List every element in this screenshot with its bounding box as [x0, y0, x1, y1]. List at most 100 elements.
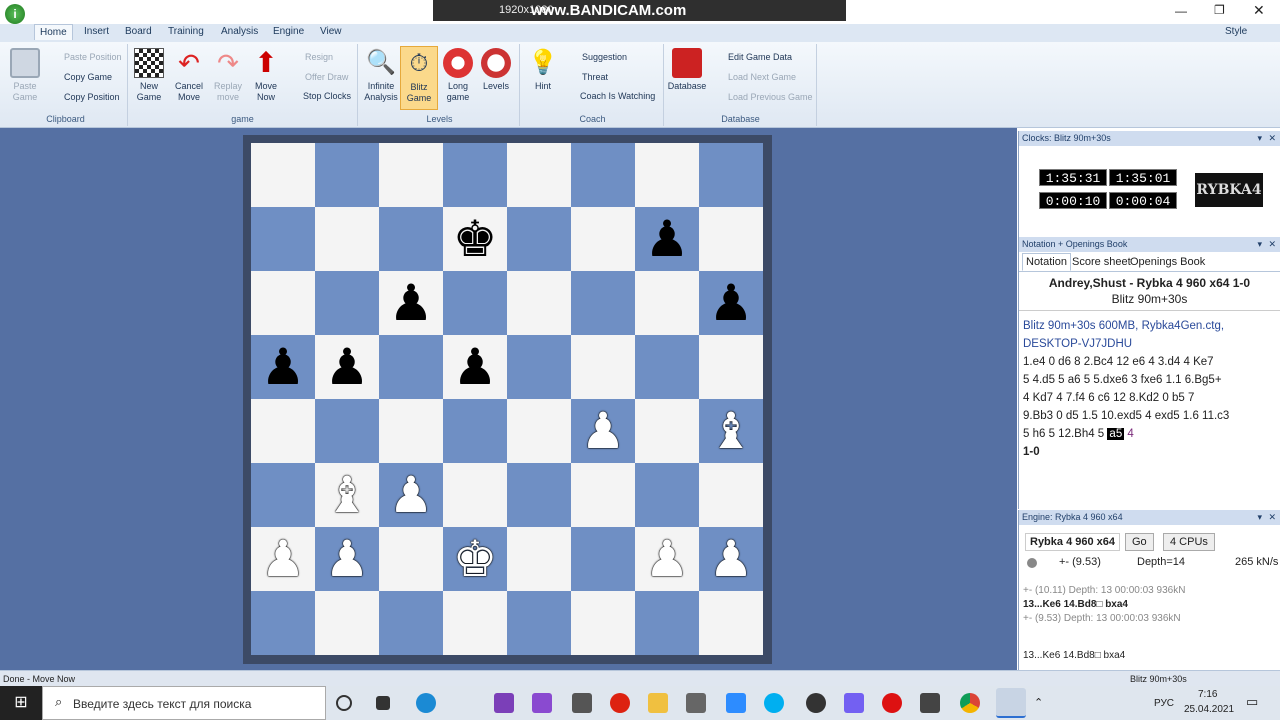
move-list[interactable]: Blitz 90m+30s 600MB, Rybka4Gen.ctg, DESK… — [1019, 317, 1280, 461]
square-f1[interactable] — [571, 591, 635, 655]
chess-piece-c3[interactable]: ♟ — [379, 463, 443, 527]
tab-notation[interactable]: Notation — [1022, 253, 1071, 271]
square-f3[interactable] — [571, 463, 635, 527]
chess-piece-d5[interactable]: ♟ — [443, 335, 507, 399]
chess-piece-d2[interactable]: ♚ — [443, 527, 507, 591]
square-f2[interactable] — [571, 527, 635, 591]
visual-studio-2-icon[interactable] — [532, 693, 552, 713]
tab-openings-book[interactable]: Openings Book — [1130, 256, 1205, 268]
offer-draw-button[interactable]: Offer Draw — [305, 72, 348, 82]
bandicam-icon[interactable] — [882, 693, 902, 713]
tab-analysis[interactable]: Analysis — [221, 26, 258, 37]
square-c8[interactable] — [379, 143, 443, 207]
square-c1[interactable] — [379, 591, 443, 655]
square-f5[interactable] — [571, 335, 635, 399]
close-icon[interactable]: ✕ — [1253, 2, 1265, 19]
skype-icon[interactable] — [764, 693, 784, 713]
engine-output[interactable]: +- (10.11) Depth: 13 00:00:03 936kN 13..… — [1023, 584, 1263, 626]
square-h5[interactable] — [699, 335, 763, 399]
clock-date[interactable]: 25.04.2021 — [1184, 704, 1234, 715]
long-game-button[interactable]: Long game — [439, 48, 477, 103]
coach-watching-toggle[interactable]: Coach Is Watching — [580, 91, 655, 101]
square-b7[interactable] — [315, 207, 379, 271]
database-button[interactable]: Database — [667, 48, 707, 92]
levels-dropdown[interactable]: Levels — [477, 48, 515, 92]
paste-position-button[interactable]: Paste Position — [64, 52, 122, 62]
square-d8[interactable] — [443, 143, 507, 207]
square-d6[interactable] — [443, 271, 507, 335]
chrome-icon[interactable] — [960, 693, 980, 713]
square-g4[interactable] — [635, 399, 699, 463]
tab-insert[interactable]: Insert — [84, 26, 109, 37]
close-icon[interactable]: ✕ — [1268, 510, 1276, 525]
notifications-icon[interactable]: ▭ — [1246, 694, 1258, 710]
app-logo-icon[interactable]: i — [5, 4, 25, 24]
chess-piece-c6[interactable]: ♟ — [379, 271, 443, 335]
square-e7[interactable] — [507, 207, 571, 271]
chess-piece-f4[interactable]: ♟ — [571, 399, 635, 463]
infinite-analysis-button[interactable]: 🔍 Infinite Analysis — [362, 48, 400, 103]
fritz-icon[interactable] — [996, 688, 1026, 718]
square-a1[interactable] — [251, 591, 315, 655]
threat-button[interactable]: Threat — [582, 72, 608, 82]
dropdown-icon[interactable]: ▾ — [1257, 237, 1262, 252]
square-h3[interactable] — [699, 463, 763, 527]
chess-piece-b5[interactable]: ♟ — [315, 335, 379, 399]
clock-time[interactable]: 7:16 — [1198, 689, 1217, 700]
square-a6[interactable] — [251, 271, 315, 335]
store-icon[interactable] — [920, 693, 940, 713]
camera-icon[interactable] — [686, 693, 706, 713]
square-g8[interactable] — [635, 143, 699, 207]
chess-piece-h4[interactable]: ♝ — [699, 399, 763, 463]
zoom-icon[interactable] — [726, 693, 746, 713]
copy-game-button[interactable]: Copy Game — [64, 72, 112, 82]
visual-studio-icon[interactable] — [494, 693, 514, 713]
stop-clocks-button[interactable]: Stop Clocks — [303, 91, 351, 101]
load-next-game-button[interactable]: Load Next Game — [728, 72, 796, 82]
square-a3[interactable] — [251, 463, 315, 527]
resign-button[interactable]: Resign — [305, 52, 333, 62]
square-c5[interactable] — [379, 335, 443, 399]
square-h7[interactable] — [699, 207, 763, 271]
close-icon[interactable]: ✕ — [1268, 237, 1276, 252]
chess-piece-a5[interactable]: ♟ — [251, 335, 315, 399]
edit-game-data-button[interactable]: Edit Game Data — [728, 52, 792, 62]
square-c4[interactable] — [379, 399, 443, 463]
go-button[interactable]: Go — [1125, 533, 1154, 551]
square-f8[interactable] — [571, 143, 635, 207]
start-button[interactable]: ⊞ — [0, 686, 42, 720]
new-game-button[interactable]: New Game — [130, 48, 168, 103]
language-indicator[interactable]: РУС — [1154, 698, 1174, 709]
chessboard[interactable]: ♚ ♟ ♟ ♟ ♟ ♟ ♟ ♟ ♝ ♝ ♟ ♟ ♟ ♚ ♟ ♟ — [251, 143, 764, 656]
move-now-button[interactable]: ⬆ Move Now — [247, 48, 285, 103]
square-e4[interactable] — [507, 399, 571, 463]
style-menu[interactable]: Style — [1225, 26, 1247, 37]
tab-home[interactable]: Home — [34, 24, 73, 40]
square-e8[interactable] — [507, 143, 571, 207]
square-b4[interactable] — [315, 399, 379, 463]
replay-move-button[interactable]: ↷ Replay move — [209, 48, 247, 103]
square-e6[interactable] — [507, 271, 571, 335]
dropdown-icon[interactable]: ▾ — [1257, 131, 1262, 146]
square-f7[interactable] — [571, 207, 635, 271]
minimize-icon[interactable]: — — [1175, 4, 1187, 18]
steam-icon[interactable] — [806, 693, 826, 713]
taskbar-search[interactable]: ⌕ Введите здесь текст для поиска — [42, 686, 326, 720]
chess-piece-g7[interactable]: ♟ — [635, 207, 699, 271]
hint-button[interactable]: 💡 Hint — [524, 48, 562, 92]
square-h1[interactable] — [699, 591, 763, 655]
copy-position-button[interactable]: Copy Position — [64, 92, 120, 102]
square-g1[interactable] — [635, 591, 699, 655]
close-icon[interactable]: ✕ — [1268, 131, 1276, 146]
square-e2[interactable] — [507, 527, 571, 591]
chess-piece-h6[interactable]: ♟ — [699, 271, 763, 335]
tab-view[interactable]: View — [320, 26, 342, 37]
chess-piece-b2[interactable]: ♟ — [315, 527, 379, 591]
square-b8[interactable] — [315, 143, 379, 207]
tray-chevron-icon[interactable]: ⌃ — [1034, 696, 1043, 709]
chess-piece-h2[interactable]: ♟ — [699, 527, 763, 591]
square-e1[interactable] — [507, 591, 571, 655]
square-a8[interactable] — [251, 143, 315, 207]
restore-icon[interactable]: ❐ — [1214, 3, 1225, 17]
chess-piece-a2[interactable]: ♟ — [251, 527, 315, 591]
